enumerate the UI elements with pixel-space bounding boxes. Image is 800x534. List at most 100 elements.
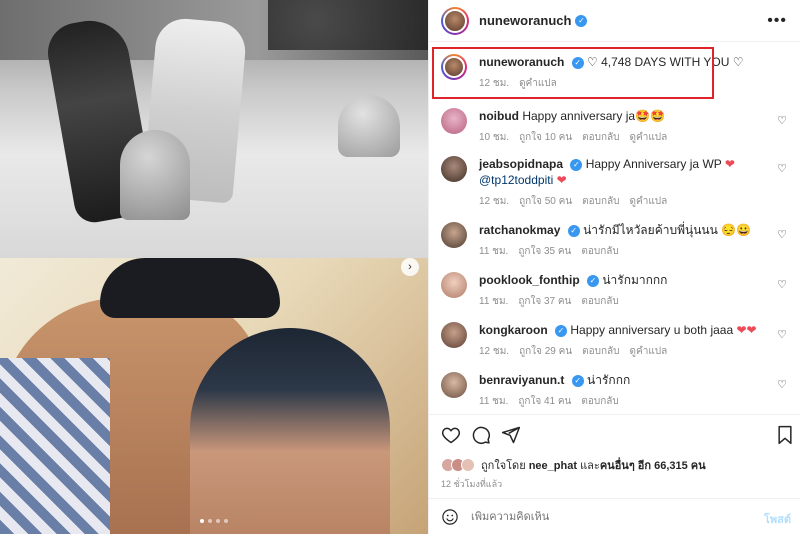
carousel-next-icon[interactable]: › [401,258,419,276]
photo-color-couple [0,258,428,534]
verified-badge-icon: ✓ [555,324,568,337]
post-media[interactable]: › [0,0,428,534]
red-heart-icon: ❤ [724,157,735,171]
reply-button[interactable]: ตอบกลับ [581,244,618,259]
commenter-avatar[interactable] [441,156,467,182]
carousel-dot [200,519,204,523]
likes-middle: และ [580,460,600,472]
likes-others[interactable]: คนอื่นๆ อีก 66,315 คน [600,460,706,472]
post-comment-button[interactable]: โพสต์ [764,510,791,528]
comment-likes[interactable]: ถูกใจ 35 คน [518,244,571,259]
caption-text: ♡ 4,748 DAYS WITH YOU ♡ [587,55,744,69]
comment-text: Happy anniversary u both jaaa [570,323,734,337]
liker-avatar [461,458,475,472]
author-username[interactable]: nuneworanuch [479,13,571,28]
verified-badge-icon: ✓ [587,274,599,287]
reply-button[interactable]: ตอบกลับ [582,344,619,359]
posted-ago[interactable]: 12 ชั่วโมงที่แล้ว [441,477,502,491]
comment-bubble-icon[interactable] [471,425,491,445]
comment-username[interactable]: ratchanokmay [479,223,560,237]
share-send-icon[interactable] [501,425,521,445]
comment-item: pooklook_fonthip ✓ น่ารักมากกก 11 ชม. ถู… [441,272,791,309]
more-options-icon[interactable]: ••• [767,12,787,30]
verified-badge-icon: ✓ [575,14,588,27]
comment-time[interactable]: 10 ชม. [479,130,509,145]
comment-item: benraviyanun.t ✓ น่ารักกก 11 ชม. ถูกใจ 4… [441,372,791,409]
photo-woman-figure [190,328,390,534]
post-actions [429,414,800,452]
bookmark-icon[interactable] [775,425,795,445]
carousel-dot [216,519,220,523]
comment-item: noibud Happy anniversary ja🤩🤩 10 ชม. ถูก… [441,108,791,145]
commenter-avatar[interactable] [441,222,467,248]
post-header: nuneworanuch ✓ ••• [429,0,800,42]
commenter-avatar[interactable] [441,372,467,398]
verified-badge-icon: ✓ [567,224,580,237]
comment-like-heart-icon[interactable]: ♡ [777,114,787,127]
comment-username[interactable]: pooklook_fonthip [479,273,580,287]
likes-prefix: ถูกใจโดย [481,460,526,472]
comment-likes[interactable]: ถูกใจ 50 คน [519,194,572,209]
author-avatar[interactable] [441,6,469,35]
comment-username[interactable]: jeabsopidnapa [479,157,563,171]
caption-translate[interactable]: ดูคำแปล [519,76,557,91]
translate-link[interactable]: ดูคำแปล [630,130,668,145]
comment-like-heart-icon[interactable]: ♡ [777,228,787,241]
comment-text: น่ารักกก [587,373,631,387]
comment-likes[interactable]: ถูกใจ 10 คน [519,130,572,145]
comment-username[interactable]: benraviyanun.t [479,373,564,387]
red-heart-icon: ❤❤ [736,323,757,337]
commenter-avatar[interactable] [441,322,467,348]
comment-time[interactable]: 11 ชม. [479,244,508,259]
translate-link[interactable]: ดูคำแปล [630,194,668,209]
likes-summary[interactable]: ถูกใจโดย nee_phat และคนอื่นๆ อีก 66,315 … [441,456,706,474]
carousel-dots [200,519,228,523]
comment-input[interactable] [471,510,731,523]
photo-bollard [120,130,190,220]
reply-button[interactable]: ตอบกลับ [581,294,618,309]
comment-likes[interactable]: ถูกใจ 37 คน [518,294,571,309]
reply-button[interactable]: ตอบกลับ [582,194,619,209]
comment-mention[interactable]: @tp12toddpiti [479,173,553,187]
emoji-icon[interactable] [441,508,459,526]
like-heart-icon[interactable] [441,425,461,445]
comment-text: Happy anniversary ja🤩🤩 [522,109,665,123]
commenter-avatar[interactable] [441,108,467,134]
carousel-dot [208,519,212,523]
comment-text: น่ารักมีไหวัลยค้าบพี่นุ่นนน 😔😀 [583,223,752,237]
comment-like-heart-icon[interactable]: ♡ [777,278,787,291]
verified-badge-icon: ✓ [570,158,583,171]
reply-button[interactable]: ตอบกลับ [581,394,618,409]
verified-badge-icon: ✓ [571,56,584,69]
caption: nuneworanuch ✓ ♡ 4,748 DAYS WITH YOU ♡ 1… [441,54,791,91]
comments-list[interactable]: nuneworanuch ✓ ♡ 4,748 DAYS WITH YOU ♡ 1… [429,42,800,414]
caption-avatar[interactable] [441,54,467,80]
comment-item: kongkaroon ✓ Happy anniversary u both ja… [441,322,791,359]
comment-likes[interactable]: ถูกใจ 41 คน [518,394,571,409]
comment-likes[interactable]: ถูกใจ 29 คน [519,344,572,359]
comment-text: Happy Anniversary ja WP [585,157,722,171]
comment-like-heart-icon[interactable]: ♡ [777,162,787,175]
comment-time[interactable]: 12 ชม. [479,344,509,359]
photo-black-and-white [0,0,428,258]
commenter-avatar[interactable] [441,272,467,298]
comment-username[interactable]: kongkaroon [479,323,548,337]
reply-button[interactable]: ตอบกลับ [582,130,619,145]
translate-link[interactable]: ดูคำแปล [630,344,668,359]
caption-time[interactable]: 12 ชม. [479,76,509,91]
comment-like-heart-icon[interactable]: ♡ [777,328,787,341]
comment-username[interactable]: noibud [479,109,519,123]
photo-hedge [268,0,428,50]
add-comment-bar: โพสต์ [429,498,800,534]
likes-user[interactable]: nee_phat [529,460,577,472]
comment-text: น่ารักมากกก [602,273,668,287]
comment-time[interactable]: 12 ชม. [479,194,509,209]
caption-username[interactable]: nuneworanuch [479,55,564,69]
photo-bollard [338,95,400,157]
red-heart-icon: ❤ [556,173,567,187]
comment-time[interactable]: 11 ชม. [479,394,508,409]
photo-hair [100,258,280,318]
verified-badge-icon: ✓ [571,374,584,387]
comment-like-heart-icon[interactable]: ♡ [777,378,787,391]
comment-time[interactable]: 11 ชม. [479,294,508,309]
